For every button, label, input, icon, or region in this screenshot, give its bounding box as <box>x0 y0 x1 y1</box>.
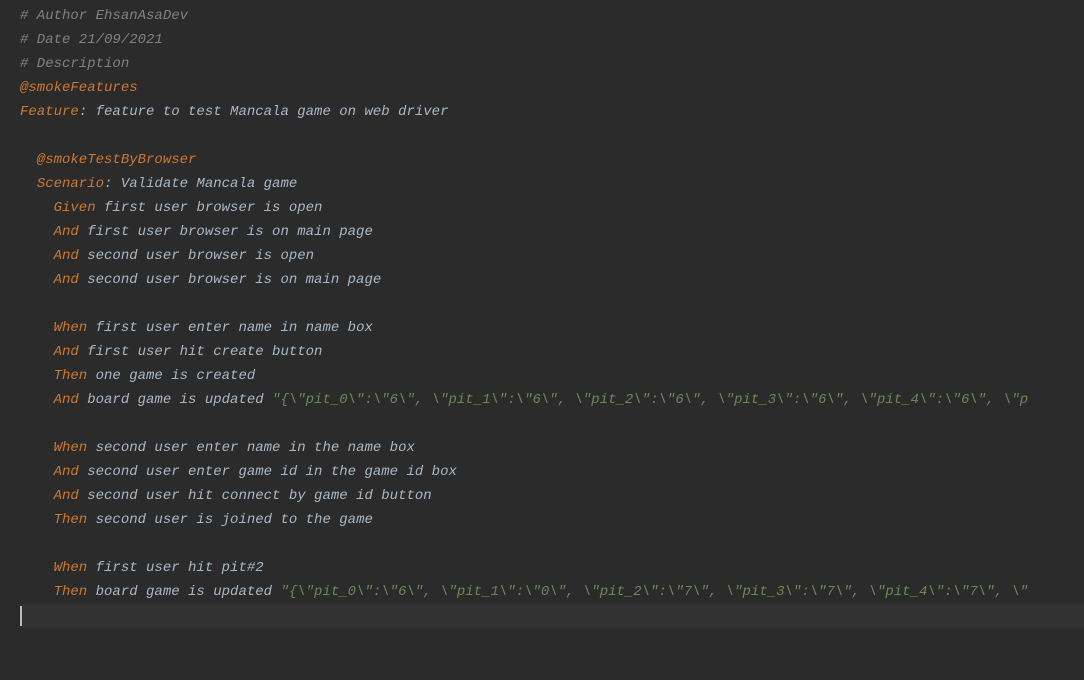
when-keyword: When <box>20 560 87 576</box>
code-line[interactable]: When first user enter name in name box <box>20 316 1084 340</box>
string-literal: "{\"pit_0\":\"6\", \"pit_1\":\"0\", \"pi… <box>280 584 1028 600</box>
step-text: second user enter game id in the game id… <box>79 464 457 480</box>
code-line[interactable]: Feature: feature to test Mancala game on… <box>20 100 1084 124</box>
step-text: first user enter name in name box <box>87 320 373 336</box>
and-keyword: And <box>20 224 79 240</box>
code-line[interactable]: And first user browser is on main page <box>20 220 1084 244</box>
step-text: second user is joined to the game <box>87 512 373 528</box>
step-text: second user enter name in the name box <box>87 440 415 456</box>
step-text: one game is created <box>87 368 255 384</box>
comment: # Author EhsanAsaDev <box>20 8 188 24</box>
code-line[interactable] <box>20 652 1084 676</box>
code-line[interactable]: And second user enter game id in the gam… <box>20 460 1084 484</box>
feature-keyword: Feature <box>20 104 79 120</box>
text-cursor <box>20 606 22 626</box>
comment: # Description <box>20 56 129 72</box>
code-area[interactable]: # Author EhsanAsaDev # Date 21/09/2021 #… <box>20 4 1084 676</box>
code-line[interactable] <box>20 124 1084 148</box>
and-keyword: And <box>20 464 79 480</box>
code-line-cursor[interactable] <box>20 604 1084 628</box>
tag: @smokeFeatures <box>20 80 138 96</box>
and-keyword: And <box>20 392 79 408</box>
then-keyword: Then <box>20 584 87 600</box>
tag: @smokeTestByBrowser <box>20 152 196 168</box>
code-line[interactable]: # Date 21/09/2021 <box>20 28 1084 52</box>
comment: # Date 21/09/2021 <box>20 32 163 48</box>
then-keyword: Then <box>20 512 87 528</box>
code-line[interactable] <box>20 412 1084 436</box>
code-line[interactable]: @smokeTestByBrowser <box>20 148 1084 172</box>
step-text: board game is updated <box>79 392 272 408</box>
when-keyword: When <box>20 440 87 456</box>
code-line[interactable]: Given first user browser is open <box>20 196 1084 220</box>
code-line[interactable]: When second user enter name in the name … <box>20 436 1084 460</box>
code-line[interactable]: @smokeFeatures <box>20 76 1084 100</box>
and-keyword: And <box>20 488 79 504</box>
given-keyword: Given <box>20 200 96 216</box>
step-text: first user browser is open <box>96 200 323 216</box>
step-text: board game is updated <box>87 584 280 600</box>
scenario-text: : Validate Mancala game <box>104 176 297 192</box>
step-text: second user browser is open <box>79 248 314 264</box>
step-text: second user hit connect by game id butto… <box>79 488 432 504</box>
code-line[interactable]: Then board game is updated "{\"pit_0\":\… <box>20 580 1084 604</box>
code-line[interactable] <box>20 292 1084 316</box>
string-literal: "{\"pit_0\":\"6\", \"pit_1\":\"6\", \"pi… <box>272 392 1028 408</box>
gutter <box>0 4 20 676</box>
code-line[interactable]: # Description <box>20 52 1084 76</box>
when-keyword: When <box>20 320 87 336</box>
code-line[interactable]: Then one game is created <box>20 364 1084 388</box>
step-text: first user browser is on main page <box>79 224 373 240</box>
code-line[interactable]: And second user browser is on main page <box>20 268 1084 292</box>
and-keyword: And <box>20 272 79 288</box>
code-editor[interactable]: # Author EhsanAsaDev # Date 21/09/2021 #… <box>0 4 1084 676</box>
step-text: first user hit create button <box>79 344 323 360</box>
scenario-keyword: Scenario <box>20 176 104 192</box>
code-line[interactable] <box>20 628 1084 652</box>
code-line[interactable]: Then second user is joined to the game <box>20 508 1084 532</box>
code-line[interactable]: # Author EhsanAsaDev <box>20 4 1084 28</box>
and-keyword: And <box>20 344 79 360</box>
then-keyword: Then <box>20 368 87 384</box>
feature-text: : feature to test Mancala game on web dr… <box>79 104 449 120</box>
and-keyword: And <box>20 248 79 264</box>
code-line[interactable]: And board game is updated "{\"pit_0\":\"… <box>20 388 1084 412</box>
code-line[interactable]: And first user hit create button <box>20 340 1084 364</box>
code-line[interactable]: When first user hit pit#2 <box>20 556 1084 580</box>
step-text: second user browser is on main page <box>79 272 381 288</box>
code-line[interactable]: Scenario: Validate Mancala game <box>20 172 1084 196</box>
step-text: first user hit pit#2 <box>87 560 263 576</box>
code-line[interactable]: And second user browser is open <box>20 244 1084 268</box>
code-line[interactable]: And second user hit connect by game id b… <box>20 484 1084 508</box>
code-line[interactable] <box>20 532 1084 556</box>
